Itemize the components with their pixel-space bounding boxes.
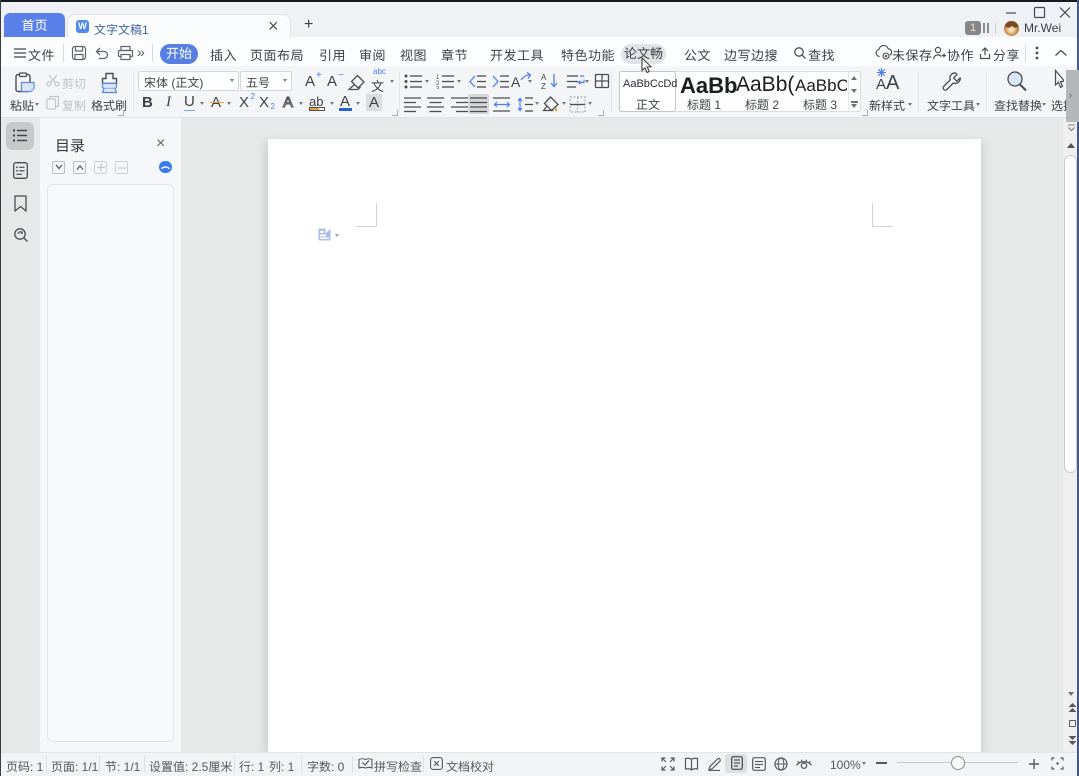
svg-text:3: 3: [436, 87, 440, 90]
svg-text:Z: Z: [541, 82, 546, 90]
svg-text:A: A: [541, 73, 547, 82]
